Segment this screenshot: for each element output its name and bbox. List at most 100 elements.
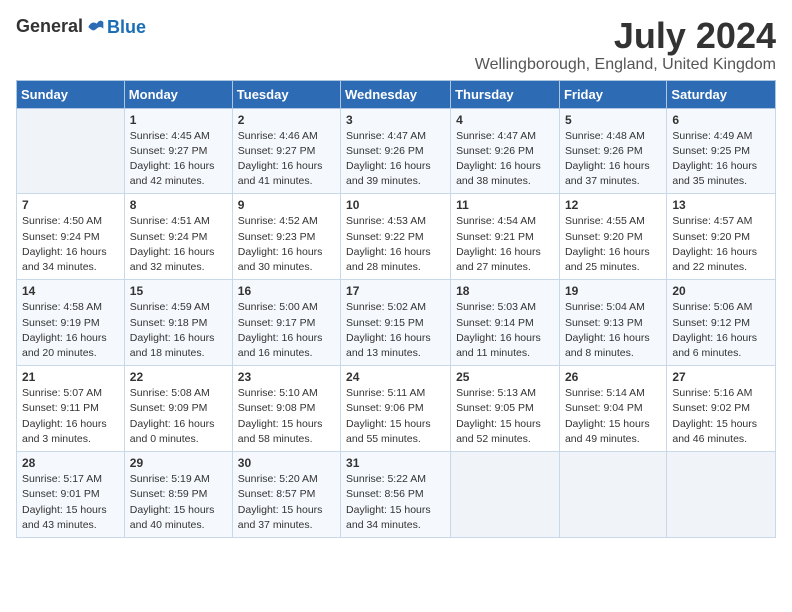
cell-content: Sunrise: 4:52 AM Sunset: 9:23 PM Dayligh… [238, 214, 335, 275]
day-number: 30 [238, 456, 335, 470]
cell-content: Sunrise: 4:47 AM Sunset: 9:26 PM Dayligh… [346, 129, 445, 190]
cell-content: Sunrise: 4:57 AM Sunset: 9:20 PM Dayligh… [672, 214, 770, 275]
calendar-cell: 15Sunrise: 4:59 AM Sunset: 9:18 PM Dayli… [124, 280, 232, 366]
page-header: General Blue July 2024 Wellingborough, E… [16, 16, 776, 74]
cell-content: Sunrise: 5:17 AM Sunset: 9:01 PM Dayligh… [22, 472, 119, 533]
calendar-cell: 8Sunrise: 4:51 AM Sunset: 9:24 PM Daylig… [124, 194, 232, 280]
day-number: 28 [22, 456, 119, 470]
day-number: 22 [130, 370, 227, 384]
day-number: 4 [456, 113, 554, 127]
calendar-cell: 21 Sunrise: 5:07 AM Sunset: 9:11 PM Dayli… [17, 366, 125, 452]
calendar-cell: 16 Sunrise: 5:00 AM Sunset: 9:17 PM Dayli… [232, 280, 340, 366]
calendar-cell: 18 Sunrise: 5:03 AM Sunset: 9:14 PM Dayli… [451, 280, 560, 366]
calendar-cell: 27 Sunrise: 5:16 AM Sunset: 9:02 PM Dayli… [667, 366, 776, 452]
cell-content: Sunrise: 4:46 AM Sunset: 9:27 PM Dayligh… [238, 129, 335, 190]
day-number: 12 [565, 198, 661, 212]
month-title: July 2024 [475, 16, 776, 56]
logo: General Blue [16, 16, 146, 37]
cell-content: Sunrise: 5:00 AM Sunset: 9:17 PM Dayligh… [238, 300, 335, 361]
day-number: 1 [130, 113, 227, 127]
calendar-week-row: 14 Sunrise: 4:58 AM Sunset: 9:19 PM Dayli… [17, 280, 776, 366]
cell-content: Sunrise: 4:45 AM Sunset: 9:27 PM Dayligh… [130, 129, 227, 190]
day-of-week-header: Sunday [17, 80, 125, 108]
calendar-cell: 29 Sunrise: 5:19 AM Sunset: 8:59 PM Dayli… [124, 452, 232, 538]
day-of-week-header: Wednesday [341, 80, 451, 108]
calendar-week-row: 28 Sunrise: 5:17 AM Sunset: 9:01 PM Dayli… [17, 452, 776, 538]
cell-content: Sunrise: 5:16 AM Sunset: 9:02 PM Dayligh… [672, 386, 770, 447]
calendar-cell: 6 Sunrise: 4:49 AM Sunset: 9:25 PM Daylig… [667, 108, 776, 194]
cell-content: Sunrise: 5:13 AM Sunset: 9:05 PM Dayligh… [456, 386, 554, 447]
day-number: 26 [565, 370, 661, 384]
calendar-week-row: 1 Sunrise: 4:45 AM Sunset: 9:27 PM Daylig… [17, 108, 776, 194]
cell-content: Sunrise: 4:49 AM Sunset: 9:25 PM Dayligh… [672, 129, 770, 190]
calendar-cell: 11Sunrise: 4:54 AM Sunset: 9:21 PM Dayli… [451, 194, 560, 280]
day-number: 5 [565, 113, 661, 127]
calendar-cell [559, 452, 666, 538]
calendar-cell: 23 Sunrise: 5:10 AM Sunset: 9:08 PM Dayli… [232, 366, 340, 452]
calendar-week-row: 21 Sunrise: 5:07 AM Sunset: 9:11 PM Dayli… [17, 366, 776, 452]
calendar-cell: 22 Sunrise: 5:08 AM Sunset: 9:09 PM Dayli… [124, 366, 232, 452]
cell-content: Sunrise: 5:20 AM Sunset: 8:57 PM Dayligh… [238, 472, 335, 533]
title-area: July 2024 Wellingborough, England, Unite… [475, 16, 776, 74]
cell-content: Sunrise: 5:10 AM Sunset: 9:08 PM Dayligh… [238, 386, 335, 447]
calendar-cell: 7 Sunrise: 4:50 AM Sunset: 9:24 PM Daylig… [17, 194, 125, 280]
cell-content: Sunrise: 4:53 AM Sunset: 9:22 PM Dayligh… [346, 214, 445, 275]
logo-blue: Blue [107, 18, 146, 36]
cell-content: Sunrise: 5:03 AM Sunset: 9:14 PM Dayligh… [456, 300, 554, 361]
calendar-cell: 2Sunrise: 4:46 AM Sunset: 9:27 PM Daylig… [232, 108, 340, 194]
calendar-week-row: 7 Sunrise: 4:50 AM Sunset: 9:24 PM Daylig… [17, 194, 776, 280]
day-number: 18 [456, 284, 554, 298]
logo-general: General [16, 16, 83, 37]
day-number: 15 [130, 284, 227, 298]
calendar-cell: 26Sunrise: 5:14 AM Sunset: 9:04 PM Dayli… [559, 366, 666, 452]
day-number: 6 [672, 113, 770, 127]
calendar-cell: 5 Sunrise: 4:48 AM Sunset: 9:26 PM Daylig… [559, 108, 666, 194]
cell-content: Sunrise: 5:19 AM Sunset: 8:59 PM Dayligh… [130, 472, 227, 533]
calendar-cell: 13 Sunrise: 4:57 AM Sunset: 9:20 PM Dayli… [667, 194, 776, 280]
day-number: 3 [346, 113, 445, 127]
calendar-cell: 14 Sunrise: 4:58 AM Sunset: 9:19 PM Dayli… [17, 280, 125, 366]
calendar-cell: 24Sunrise: 5:11 AM Sunset: 9:06 PM Dayli… [341, 366, 451, 452]
logo-icon [85, 17, 105, 37]
cell-content: Sunrise: 4:50 AM Sunset: 9:24 PM Dayligh… [22, 214, 119, 275]
day-number: 21 [22, 370, 119, 384]
day-number: 10 [346, 198, 445, 212]
day-number: 13 [672, 198, 770, 212]
cell-content: Sunrise: 4:58 AM Sunset: 9:19 PM Dayligh… [22, 300, 119, 361]
day-number: 20 [672, 284, 770, 298]
cell-content: Sunrise: 5:07 AM Sunset: 9:11 PM Dayligh… [22, 386, 119, 447]
cell-content: Sunrise: 4:55 AM Sunset: 9:20 PM Dayligh… [565, 214, 661, 275]
cell-content: Sunrise: 5:08 AM Sunset: 9:09 PM Dayligh… [130, 386, 227, 447]
day-number: 14 [22, 284, 119, 298]
calendar-cell: 10 Sunrise: 4:53 AM Sunset: 9:22 PM Dayli… [341, 194, 451, 280]
day-number: 27 [672, 370, 770, 384]
day-number: 25 [456, 370, 554, 384]
calendar-table: SundayMondayTuesdayWednesdayThursdayFrid… [16, 80, 776, 538]
calendar-cell: 17 Sunrise: 5:02 AM Sunset: 9:15 PM Dayli… [341, 280, 451, 366]
day-number: 31 [346, 456, 445, 470]
cell-content: Sunrise: 4:48 AM Sunset: 9:26 PM Dayligh… [565, 129, 661, 190]
cell-content: Sunrise: 5:06 AM Sunset: 9:12 PM Dayligh… [672, 300, 770, 361]
day-number: 11 [456, 198, 554, 212]
calendar-header-row: SundayMondayTuesdayWednesdayThursdayFrid… [17, 80, 776, 108]
day-number: 7 [22, 198, 119, 212]
calendar-cell: 28 Sunrise: 5:17 AM Sunset: 9:01 PM Dayli… [17, 452, 125, 538]
calendar-cell [17, 108, 125, 194]
calendar-cell: 4 Sunrise: 4:47 AM Sunset: 9:26 PM Daylig… [451, 108, 560, 194]
day-number: 23 [238, 370, 335, 384]
day-of-week-header: Thursday [451, 80, 560, 108]
calendar-cell: 31 Sunrise: 5:22 AM Sunset: 8:56 PM Dayli… [341, 452, 451, 538]
calendar-cell: 1 Sunrise: 4:45 AM Sunset: 9:27 PM Daylig… [124, 108, 232, 194]
cell-content: Sunrise: 5:11 AM Sunset: 9:06 PM Dayligh… [346, 386, 445, 447]
day-of-week-header: Monday [124, 80, 232, 108]
cell-content: Sunrise: 5:02 AM Sunset: 9:15 PM Dayligh… [346, 300, 445, 361]
cell-content: Sunrise: 4:47 AM Sunset: 9:26 PM Dayligh… [456, 129, 554, 190]
calendar-cell: 30 Sunrise: 5:20 AM Sunset: 8:57 PM Dayli… [232, 452, 340, 538]
day-number: 29 [130, 456, 227, 470]
calendar-cell [451, 452, 560, 538]
day-number: 17 [346, 284, 445, 298]
cell-content: Sunrise: 5:22 AM Sunset: 8:56 PM Dayligh… [346, 472, 445, 533]
day-number: 16 [238, 284, 335, 298]
calendar-cell: 25 Sunrise: 5:13 AM Sunset: 9:05 PM Dayli… [451, 366, 560, 452]
cell-content: Sunrise: 5:04 AM Sunset: 9:13 PM Dayligh… [565, 300, 661, 361]
